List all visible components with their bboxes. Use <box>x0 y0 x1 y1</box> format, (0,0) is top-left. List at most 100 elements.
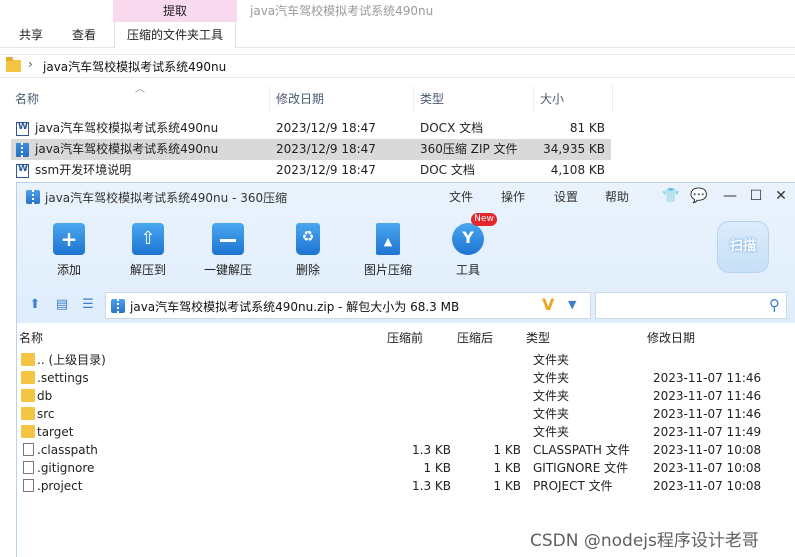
one-click-extract-label: 一键解压 <box>203 263 252 277</box>
entry-size-before: 1 KB <box>423 461 451 475</box>
entry-date: 2023-11-07 10:08 <box>653 443 762 457</box>
folder-icon <box>21 371 35 384</box>
menu-file[interactable]: 文件 <box>449 188 473 205</box>
delete-label: 删除 <box>295 263 320 277</box>
extract-to-label: 解压到 <box>129 263 166 277</box>
zip-row[interactable]: src 文件夹 2023-11-07 11:46 <box>17 405 795 423</box>
file-name: ssm开发环境说明 <box>35 163 132 177</box>
feedback-icon[interactable]: 💬 <box>689 187 709 205</box>
column-type[interactable]: 类型 <box>526 329 550 346</box>
zip-row-parent-dir[interactable]: .. (上级目录) 文件夹 <box>17 351 795 369</box>
zip-address-bar[interactable]: java汽车驾校模拟考试系统490nu.zip - 解包大小为 68.3 MB … <box>105 292 591 319</box>
tools-button[interactable]: 工具 <box>433 223 503 283</box>
entry-name: .classpath <box>37 443 98 457</box>
entry-date: 2023-11-07 11:46 <box>653 389 762 403</box>
entry-date: 2023-11-07 11:49 <box>653 425 762 439</box>
file-name: java汽车驾校模拟考试系统490nu <box>35 121 219 135</box>
maximize-icon[interactable]: ☐ <box>746 187 766 205</box>
file-date: 2023/12/9 18:47 <box>276 142 376 156</box>
menu-settings[interactable]: 设置 <box>554 188 578 205</box>
tools-label: 工具 <box>455 263 480 277</box>
file-size: 81 KB <box>569 121 605 135</box>
zip-search-input[interactable]: ⚲ <box>595 292 787 319</box>
entry-name: db <box>37 389 53 403</box>
entry-type: 文件夹 <box>533 407 570 421</box>
explorer-column-header: 名称 修改日期 类型 大小 <box>0 86 615 112</box>
file-date: 2023/12/9 18:47 <box>276 163 376 177</box>
zip-row[interactable]: .gitignore 1 KB 1 KB GITIGNORE 文件 2023-1… <box>17 459 795 477</box>
zip-header: java汽车驾校模拟考试系统490nu - 360压缩 文件 操作 设置 帮助 … <box>17 183 795 323</box>
image-compress-button[interactable]: 图片压缩 <box>353 223 423 283</box>
entry-name: target <box>37 425 74 439</box>
v-logo-icon[interactable]: V <box>542 295 554 314</box>
app-logo-icon <box>26 190 40 204</box>
zip-archive-icon <box>111 299 125 313</box>
entry-type: 文件夹 <box>533 425 570 439</box>
folder-icon <box>6 57 21 72</box>
column-date[interactable]: 修改日期 <box>271 86 414 112</box>
chevron-right-icon[interactable]: › <box>28 57 33 71</box>
list-view-icon[interactable]: ▤ <box>54 297 70 313</box>
menu-help[interactable]: 帮助 <box>605 188 629 205</box>
entry-name: .settings <box>37 371 89 385</box>
trash-icon <box>296 223 320 255</box>
explorer-address-bar[interactable]: › java汽车驾校模拟考试系统490nu <box>0 54 795 78</box>
tab-compressed-folder-tools[interactable]: 压缩的文件夹工具 <box>114 22 237 48</box>
entry-name: .gitignore <box>37 461 95 475</box>
close-icon[interactable]: ✕ <box>771 187 791 205</box>
menu-operate[interactable]: 操作 <box>501 188 525 205</box>
entry-date: 2023-11-07 10:08 <box>653 461 762 475</box>
column-size[interactable]: 大小 <box>535 86 613 112</box>
file-row[interactable]: ssm开发环境说明 2023/12/9 18:47 DOC 文档 4,108 K… <box>11 160 611 181</box>
entry-type: 文件夹 <box>533 371 570 385</box>
folder-icon <box>21 353 35 366</box>
zip-row[interactable]: .classpath 1.3 KB 1 KB CLASSPATH 文件 2023… <box>17 441 795 459</box>
delete-button[interactable]: 删除 <box>273 223 343 283</box>
zip-row[interactable]: db 文件夹 2023-11-07 11:46 <box>17 387 795 405</box>
image-compress-label: 图片压缩 <box>363 263 412 277</box>
image-file-icon <box>376 223 400 255</box>
zip-window: java汽车驾校模拟考试系统490nu - 360压缩 文件 操作 设置 帮助 … <box>16 182 795 557</box>
details-view-icon[interactable]: ☰ <box>80 297 96 313</box>
entry-name: .project <box>37 479 83 493</box>
tab-view[interactable]: 查看 <box>72 22 96 48</box>
add-button[interactable]: 添加 <box>34 223 104 283</box>
chevron-down-icon[interactable]: ▼ <box>568 298 576 311</box>
zip-row[interactable]: target 文件夹 2023-11-07 11:49 <box>17 423 795 441</box>
column-type[interactable]: 类型 <box>415 86 534 112</box>
entry-name: src <box>37 407 55 421</box>
zip-row[interactable]: .project 1.3 KB 1 KB PROJECT 文件 2023-11-… <box>17 477 795 495</box>
tab-share[interactable]: 共享 <box>19 22 43 48</box>
entry-date: 2023-11-07 11:46 <box>653 407 762 421</box>
word-doc-icon <box>16 164 29 178</box>
one-click-extract-button[interactable]: 一键解压 <box>193 223 263 283</box>
entry-size-before: 1.3 KB <box>412 479 451 493</box>
entry-name: .. (上级目录) <box>37 353 106 367</box>
file-row[interactable]: java汽车驾校模拟考试系统490nu 2023/12/9 18:47 DOCX… <box>11 118 611 139</box>
tab-extract[interactable]: 提取 <box>113 0 237 22</box>
new-badge: New <box>471 213 497 226</box>
tools-icon <box>452 223 484 255</box>
minimize-icon[interactable]: — <box>720 187 740 205</box>
watermark: CSDN @nodejs程序设计老哥 <box>530 531 759 551</box>
column-before[interactable]: 压缩前 <box>387 329 423 346</box>
file-size: 4,108 KB <box>550 163 605 177</box>
entry-type: 文件夹 <box>533 353 570 367</box>
zip-archive-icon <box>16 143 29 157</box>
entry-size-after: 1 KB <box>493 479 521 493</box>
scan-button[interactable]: 扫描 <box>717 221 769 273</box>
address-path[interactable]: java汽车驾校模拟考试系统490nu <box>43 58 226 75</box>
extract-to-button[interactable]: 解压到 <box>113 223 183 283</box>
up-arrow-icon[interactable]: ⬆ <box>27 297 43 313</box>
search-icon[interactable]: ⚲ <box>769 296 780 314</box>
zip-row[interactable]: .settings 文件夹 2023-11-07 11:46 <box>17 369 795 387</box>
file-row-selected[interactable]: java汽车驾校模拟考试系统490nu 2023/12/9 18:47 360压… <box>11 139 611 160</box>
column-name[interactable]: 名称 <box>10 86 270 112</box>
zip-file-list: 名称 压缩前 压缩后 类型 修改日期 .. (上级目录) 文件夹 .settin… <box>17 323 795 557</box>
entry-size-after: 1 KB <box>493 443 521 457</box>
column-name[interactable]: 名称 <box>19 329 43 346</box>
column-after[interactable]: 压缩后 <box>457 329 493 346</box>
file-size: 34,935 KB <box>543 142 605 156</box>
column-date[interactable]: 修改日期 <box>647 329 695 346</box>
skin-icon[interactable]: 👕 <box>661 187 681 205</box>
